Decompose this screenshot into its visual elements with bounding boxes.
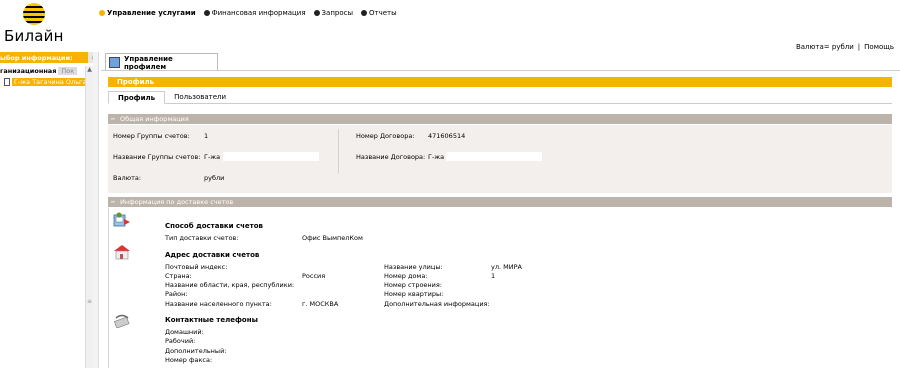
contract-name-label: Название Договора: bbox=[356, 153, 426, 161]
nav-bullet-icon bbox=[313, 10, 320, 16]
country-label: Страна: bbox=[165, 272, 192, 280]
contract-number-label: Номер Договора: bbox=[356, 132, 415, 140]
extra-info-label: Дополнительная информация: bbox=[384, 300, 490, 308]
scroll-grip-icon[interactable]: ≡ bbox=[87, 298, 92, 305]
left-scrollbar[interactable]: ▲ ≡ bbox=[85, 66, 93, 368]
tree-hint[interactable]: Пок bbox=[58, 67, 78, 75]
city-value: г. МОСКВА bbox=[302, 300, 339, 308]
profile-tab-icon bbox=[109, 57, 120, 68]
redacted-group-name bbox=[223, 152, 319, 161]
redacted-contract-name bbox=[446, 152, 542, 161]
nav-bullet-icon bbox=[361, 10, 368, 16]
house-value: 1 bbox=[491, 272, 496, 280]
delivery-info-title: Информация по доставке счетов bbox=[120, 198, 234, 206]
subtab-users[interactable]: Пользователи bbox=[165, 91, 235, 104]
header-links: Валюта= рубли | Помощь bbox=[796, 43, 894, 51]
profile-section-bar: Профиль bbox=[108, 77, 892, 87]
fax-label: Номер факса: bbox=[165, 356, 213, 364]
link-separator: | bbox=[857, 43, 861, 51]
tab-label: Управление профилем bbox=[123, 54, 173, 71]
tab-profile-management[interactable]: Управление профилем bbox=[105, 53, 218, 71]
top-navigation: Управление услугами Финансовая информаци… bbox=[99, 9, 397, 17]
delivery-info-body: Способ доставки счетов Тип доставки счет… bbox=[108, 208, 892, 368]
beeline-logo-icon[interactable] bbox=[23, 3, 45, 25]
group-name-value: Г-жа bbox=[204, 153, 221, 161]
phones-title: Контактные телефоны bbox=[165, 316, 258, 324]
document-icon bbox=[4, 78, 10, 86]
house-icon bbox=[114, 245, 130, 260]
collapse-icon[interactable]: − bbox=[108, 198, 118, 206]
delivery-type-value: Офис ВымпелКом bbox=[302, 234, 363, 242]
group-name-label: Название Группы счетов: bbox=[113, 153, 201, 161]
subtab-profile[interactable]: Профиль bbox=[108, 91, 166, 104]
contract-number-value: 471606514 bbox=[428, 132, 466, 140]
house-label: Номер дома: bbox=[384, 272, 428, 280]
group-number-label: Номер Группы счетов: bbox=[113, 132, 190, 140]
tree-node-label: ганизационная bbox=[0, 67, 57, 75]
building-label: Номер строения: bbox=[384, 281, 442, 289]
country-value: Россия bbox=[302, 272, 326, 280]
apartment-label: Номер квартиры: bbox=[384, 290, 444, 298]
tree-node-organization[interactable]: ганизационная Пок bbox=[0, 67, 92, 77]
street-value: ул. МИРА bbox=[491, 263, 522, 271]
panel-splitter[interactable] bbox=[93, 52, 99, 368]
nav-finance[interactable]: Финансовая информация bbox=[203, 9, 306, 17]
nav-requests[interactable]: Запросы bbox=[313, 9, 353, 17]
delivery-type-label: Тип доставки счетов: bbox=[165, 234, 239, 242]
nav-bullet-icon bbox=[99, 10, 105, 16]
currency-label: Валюта: bbox=[113, 174, 142, 182]
left-panel-title: ыбор информации: bbox=[0, 52, 88, 63]
scroll-up-icon[interactable]: ▲ bbox=[86, 66, 93, 74]
delivery-method-title: Способ доставки счетов bbox=[165, 222, 263, 230]
street-label: Название улицы: bbox=[384, 263, 443, 271]
collapse-icon[interactable]: − bbox=[108, 115, 118, 123]
home-phone-label: Домашний: bbox=[165, 328, 204, 336]
currency-value: рубли bbox=[204, 174, 225, 182]
general-info-title: Общая информация bbox=[120, 115, 189, 123]
general-info-header[interactable]: − Общая информация bbox=[108, 114, 892, 124]
logo-text[interactable]: Билайн bbox=[4, 27, 64, 45]
currency-link[interactable]: Валюта= рубли bbox=[796, 43, 854, 51]
district-label: Район: bbox=[165, 290, 188, 298]
tree-node-selected-label: Г-жа Тагачина Ольга bbox=[12, 78, 89, 86]
work-phone-label: Рабочий: bbox=[165, 337, 196, 345]
help-link[interactable]: Помощь bbox=[864, 43, 894, 51]
telephone-icon bbox=[114, 314, 130, 328]
postal-label: Почтовый индекс: bbox=[165, 263, 228, 271]
nav-reports[interactable]: Отчеты bbox=[361, 9, 397, 17]
nav-services[interactable]: Управление услугами bbox=[99, 9, 196, 17]
extra-phone-label: Дополнительный: bbox=[165, 347, 227, 355]
group-number-value: 1 bbox=[204, 132, 209, 140]
delivery-method-icon bbox=[113, 212, 130, 227]
address-title: Адрес доставки счетов bbox=[165, 251, 260, 259]
general-info-body: Номер Группы счетов: 1 Название Группы с… bbox=[108, 125, 892, 193]
profile-subtabs: Профиль Пользователи bbox=[108, 91, 892, 104]
city-label: Название населенного пункта: bbox=[165, 300, 272, 308]
delivery-info-header[interactable]: − Информация по доставке счетов bbox=[108, 197, 892, 207]
contract-name-value: Г-жа bbox=[428, 153, 445, 161]
tab-underline bbox=[101, 70, 900, 71]
nav-bullet-icon bbox=[203, 10, 210, 16]
region-label: Название области, края, республики: bbox=[165, 281, 295, 289]
tree-node-account[interactable]: Г-жа Тагачина Ольга bbox=[0, 78, 92, 88]
column-divider bbox=[338, 129, 339, 173]
